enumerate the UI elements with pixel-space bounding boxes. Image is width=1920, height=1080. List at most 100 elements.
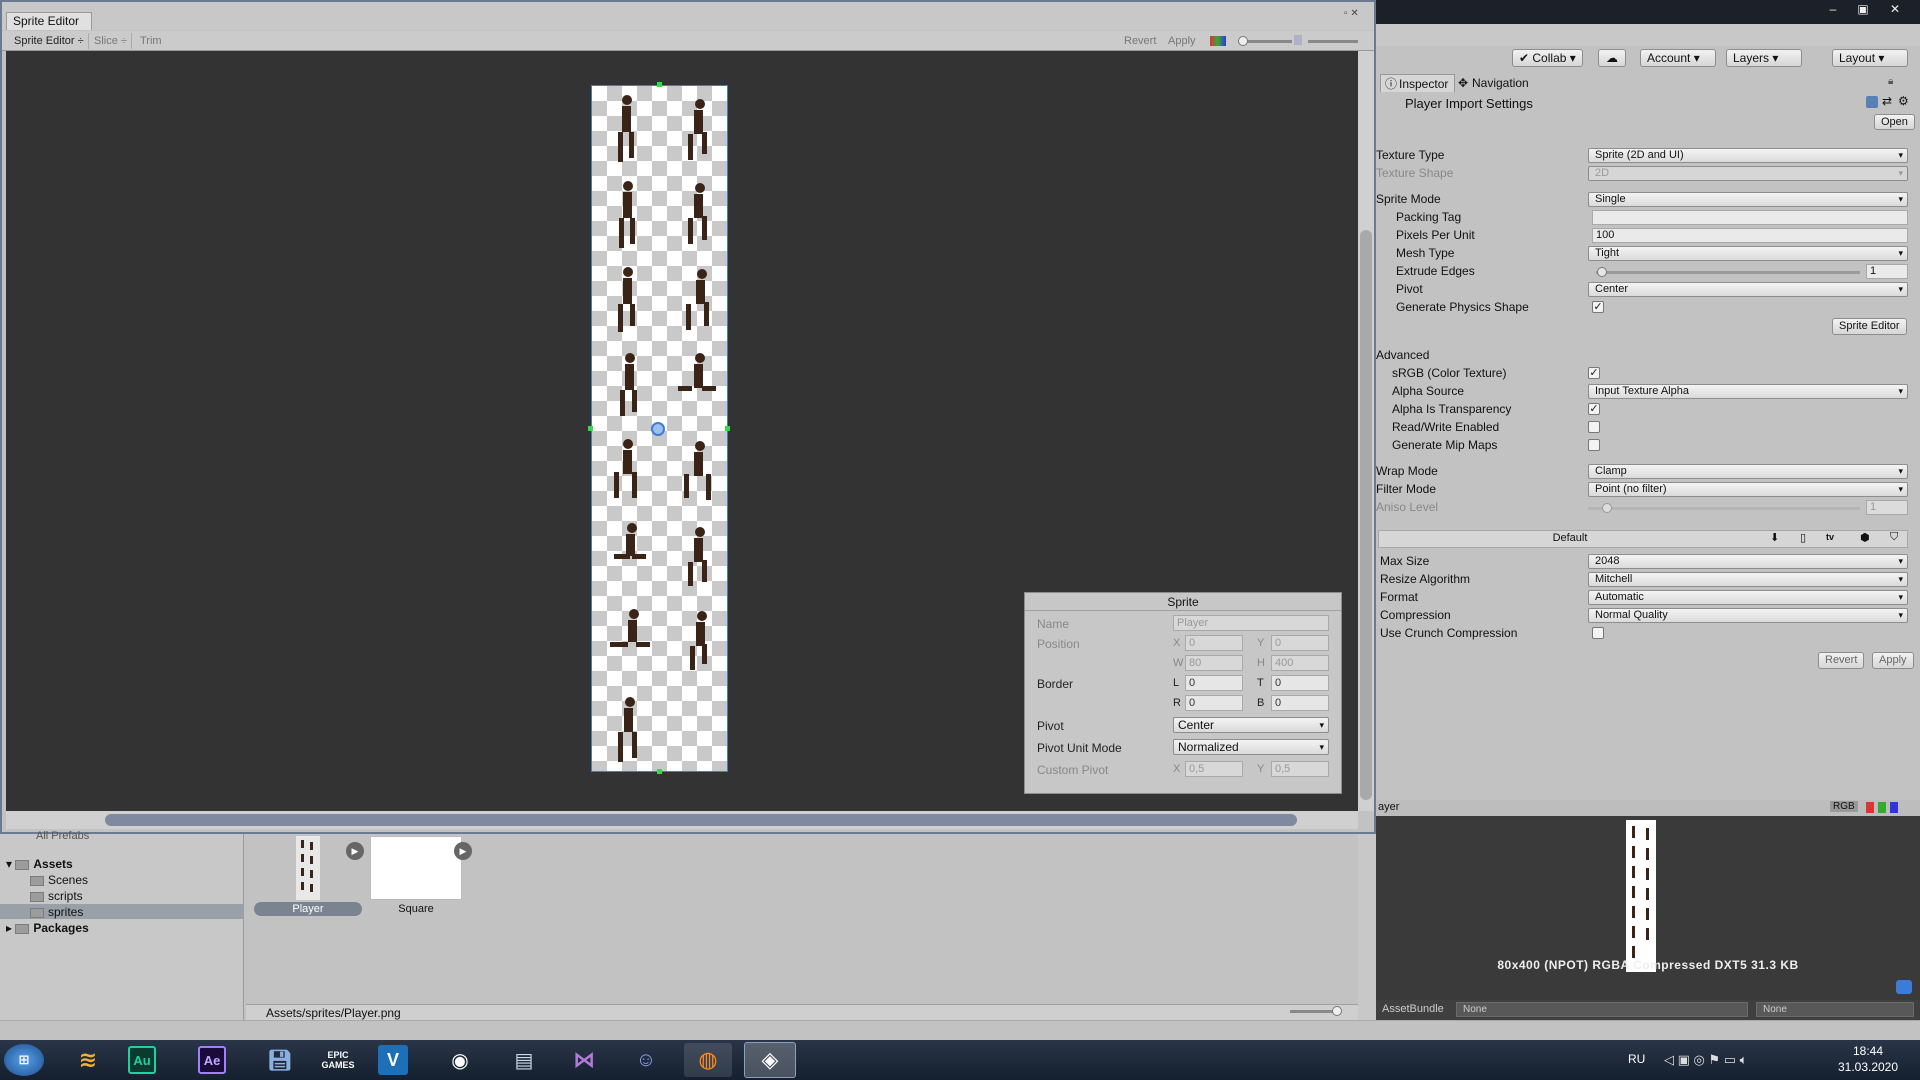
alpha-transparency-checkbox[interactable]: ✓ bbox=[1588, 403, 1600, 415]
read-write-checkbox[interactable] bbox=[1588, 421, 1600, 433]
taskbar-app-layers[interactable]: ≋ bbox=[64, 1044, 112, 1076]
tree-item-sprites[interactable]: sprites bbox=[30, 904, 83, 920]
taskbar-app-save[interactable]: 💾︎ bbox=[256, 1044, 304, 1076]
layers-button[interactable]: Layers ▾ bbox=[1726, 49, 1802, 67]
custom-pivot-y-field[interactable]: 0,5 bbox=[1271, 761, 1329, 777]
extrude-slider-knob[interactable] bbox=[1597, 267, 1607, 277]
vertical-scroll-thumb[interactable] bbox=[1360, 230, 1372, 800]
sprite-editor-tab[interactable]: Sprite Editor bbox=[6, 12, 92, 30]
alpha-source-dropdown[interactable]: Input Texture Alpha bbox=[1588, 384, 1908, 399]
window-menu-icon[interactable]: ▫ ✕ bbox=[1344, 8, 1359, 19]
square-asset-name[interactable]: Square bbox=[370, 903, 462, 915]
apply-button[interactable]: Apply bbox=[1164, 33, 1200, 49]
border-t-field[interactable]: 0 bbox=[1271, 675, 1329, 691]
tab-navigation[interactable]: ✥ Navigation bbox=[1454, 74, 1535, 92]
mobile-icon[interactable]: ▯ bbox=[1800, 531, 1806, 544]
extrude-slider-track[interactable] bbox=[1596, 271, 1860, 274]
aniso-slider-knob[interactable] bbox=[1602, 503, 1612, 513]
taskbar-app-firefox[interactable]: ◍ bbox=[684, 1043, 732, 1077]
lock-icon[interactable]: 🔒︎ bbox=[1888, 76, 1893, 87]
srgb-checkbox[interactable]: ✓ bbox=[1588, 367, 1600, 379]
rgb-channel-toggle[interactable]: RGB bbox=[1830, 801, 1858, 812]
border-r-field[interactable]: 0 bbox=[1185, 695, 1243, 711]
assetbundle-variant-dropdown[interactable]: None bbox=[1756, 1002, 1914, 1017]
minimize-icon[interactable]: – bbox=[1822, 2, 1844, 16]
packing-tag-field[interactable] bbox=[1592, 210, 1908, 225]
taskbar-app-visual-studio[interactable]: ⋈ bbox=[560, 1044, 608, 1076]
pivot-handle[interactable] bbox=[651, 422, 665, 436]
pixels-per-unit-field[interactable]: 100 bbox=[1592, 228, 1908, 243]
square-asset-thumbnail[interactable] bbox=[370, 836, 462, 900]
close-icon[interactable]: ✕ bbox=[1884, 2, 1906, 16]
mip-icon[interactable] bbox=[1294, 35, 1302, 45]
size-h-field[interactable]: 400 bbox=[1271, 655, 1329, 671]
tree-item-all-prefabs[interactable]: All Prefabs bbox=[36, 828, 89, 844]
rect-handle-left[interactable] bbox=[588, 426, 593, 431]
html5-icon[interactable]: ⛉ bbox=[1890, 531, 1898, 544]
slice-button[interactable]: Slice ÷ bbox=[90, 33, 132, 49]
account-button[interactable]: Account ▾ bbox=[1640, 49, 1716, 67]
position-y-field[interactable]: 0 bbox=[1271, 635, 1329, 651]
player-asset-thumbnail[interactable] bbox=[296, 836, 320, 900]
mip-maps-checkbox[interactable] bbox=[1588, 439, 1600, 451]
taskbar-app-epic-games[interactable]: EPIC GAMES bbox=[314, 1044, 362, 1076]
icon-size-slider-track[interactable] bbox=[1290, 1010, 1336, 1013]
tree-item-scripts[interactable]: scripts bbox=[30, 888, 83, 904]
assetbundle-dropdown[interactable]: None bbox=[1456, 1002, 1748, 1017]
rect-handle-right[interactable] bbox=[725, 426, 730, 431]
aniso-slider-track[interactable] bbox=[1588, 507, 1860, 510]
maximize-icon[interactable]: ▣ bbox=[1852, 2, 1874, 16]
language-indicator[interactable]: RU bbox=[1628, 1052, 1645, 1066]
horizontal-scroll-thumb[interactable] bbox=[105, 814, 1297, 826]
mode-dropdown[interactable]: Sprite Editor ÷ bbox=[10, 33, 89, 49]
pivot-dropdown-inspector[interactable]: Center bbox=[1588, 282, 1908, 297]
layout-button[interactable]: Layout ▾ bbox=[1832, 49, 1908, 67]
sprite-editor-button[interactable]: Sprite Editor bbox=[1832, 318, 1907, 335]
green-channel-icon[interactable] bbox=[1878, 802, 1886, 813]
trim-button[interactable]: Trim bbox=[136, 33, 166, 49]
inspector-apply-button[interactable]: Apply bbox=[1872, 652, 1914, 669]
expand-play-icon[interactable]: ▶ bbox=[454, 842, 472, 860]
blue-channel-icon[interactable] bbox=[1890, 802, 1898, 813]
preset-icon[interactable]: ⇄ bbox=[1882, 94, 1892, 108]
tray-icons[interactable]: ◁ ▣ ◎ ⚑ ▭ 🔈︎ bbox=[1664, 1052, 1747, 1068]
tree-item-scenes[interactable]: Scenes bbox=[30, 872, 88, 888]
taskbar-app-after-effects[interactable]: Ae bbox=[198, 1046, 226, 1074]
icon-size-slider-knob[interactable] bbox=[1332, 1006, 1342, 1016]
tab-default-platform[interactable]: Default bbox=[1378, 532, 1762, 544]
taskbar-app-steam[interactable]: ◉ bbox=[436, 1044, 484, 1076]
help-icon[interactable] bbox=[1866, 96, 1878, 108]
pivot-dropdown[interactable]: Center bbox=[1173, 717, 1329, 733]
wrap-mode-dropdown[interactable]: Clamp bbox=[1588, 464, 1908, 479]
border-l-field[interactable]: 0 bbox=[1185, 675, 1243, 691]
name-field[interactable]: Player bbox=[1173, 615, 1329, 631]
revert-button[interactable]: Revert bbox=[1120, 33, 1160, 49]
border-b-field[interactable]: 0 bbox=[1271, 695, 1329, 711]
taskbar-app-v[interactable]: V bbox=[378, 1045, 408, 1075]
crunch-compression-checkbox[interactable] bbox=[1592, 627, 1604, 639]
red-channel-icon[interactable] bbox=[1866, 802, 1874, 813]
open-button[interactable]: Open bbox=[1874, 114, 1915, 130]
max-size-dropdown[interactable]: 2048 bbox=[1588, 554, 1908, 569]
position-x-field[interactable]: 0 bbox=[1185, 635, 1243, 651]
filter-mode-dropdown[interactable]: Point (no filter) bbox=[1588, 482, 1908, 497]
player-asset-name[interactable]: Player bbox=[254, 903, 362, 915]
texture-type-dropdown[interactable]: Sprite (2D and UI) bbox=[1588, 148, 1908, 163]
custom-pivot-x-field[interactable]: 0,5 bbox=[1185, 761, 1243, 777]
gear-icon[interactable]: ⚙ bbox=[1898, 94, 1909, 108]
zoom-slider-knob[interactable] bbox=[1238, 36, 1248, 46]
collab-button[interactable]: ✔ Collab ▾ bbox=[1512, 49, 1583, 67]
expand-play-icon[interactable]: ▶ bbox=[346, 842, 364, 860]
rect-handle-top[interactable] bbox=[657, 82, 662, 87]
tab-inspector[interactable]: ⓘ Inspector bbox=[1380, 74, 1456, 92]
sprite-mode-dropdown[interactable]: Single bbox=[1588, 192, 1908, 207]
physics-shape-checkbox[interactable]: ✓ bbox=[1592, 301, 1604, 313]
tree-item-assets[interactable]: ▾ Assets bbox=[6, 856, 73, 872]
clock-time[interactable]: 18:44 bbox=[1838, 1044, 1898, 1058]
start-button[interactable]: ⊞ bbox=[4, 1044, 44, 1076]
taskbar-app-audition[interactable]: Au bbox=[128, 1046, 156, 1074]
advanced-foldout[interactable]: Advanced bbox=[1376, 348, 1429, 362]
mesh-type-dropdown[interactable]: Tight bbox=[1588, 246, 1908, 261]
extrude-edges-field[interactable]: 1 bbox=[1866, 264, 1908, 279]
size-w-field[interactable]: 80 bbox=[1185, 655, 1243, 671]
